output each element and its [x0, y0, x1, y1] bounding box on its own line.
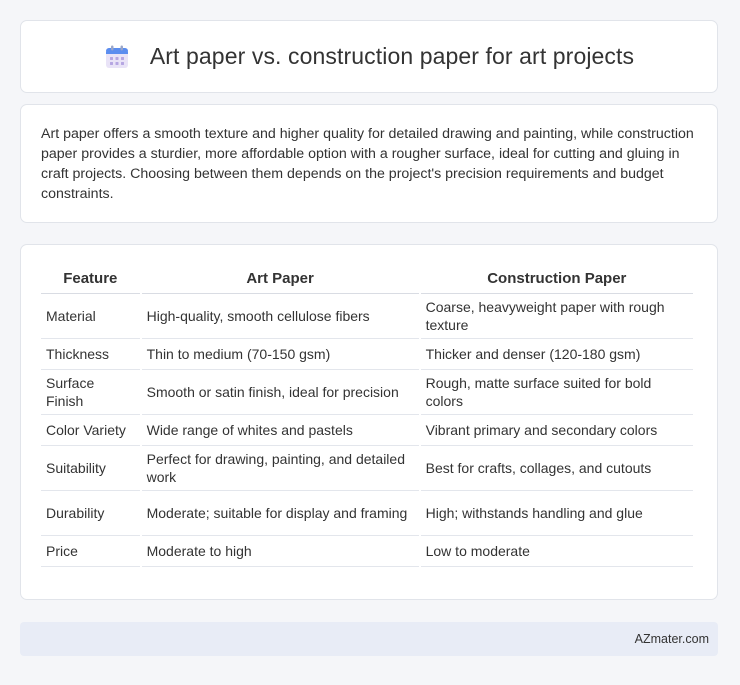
feature-cell: Thickness	[41, 339, 140, 370]
table-row: Surface Finish Smooth or satin finish, i…	[41, 370, 693, 415]
feature-cell: Color Variety	[41, 415, 140, 446]
art-paper-cell: Moderate; suitable for display and frami…	[141, 491, 419, 536]
art-paper-cell: Smooth or satin finish, ideal for precis…	[141, 370, 419, 415]
construction-paper-cell: Coarse, heavyweight paper with rough tex…	[420, 294, 693, 339]
summary-card: Art paper offers a smooth texture and hi…	[20, 104, 718, 223]
feature-cell: Material	[41, 294, 140, 339]
table-row: Suitability Perfect for drawing, paintin…	[41, 446, 693, 491]
art-paper-cell: Perfect for drawing, painting, and detai…	[141, 446, 419, 491]
calendar-icon	[105, 45, 128, 68]
construction-paper-cell: Vibrant primary and secondary colors	[420, 415, 693, 446]
header-construction-paper: Construction Paper	[420, 263, 693, 294]
title-card: Art paper vs. construction paper for art…	[20, 20, 718, 93]
page-title: Art paper vs. construction paper for art…	[149, 43, 635, 69]
header-feature: Feature	[41, 263, 140, 294]
feature-cell: Price	[41, 536, 140, 567]
comparison-table-card: Feature Art Paper Construction Paper Mat…	[20, 244, 718, 600]
table-row: Durability Moderate; suitable for displa…	[41, 491, 693, 536]
art-paper-cell: High-quality, smooth cellulose fibers	[141, 294, 419, 339]
construction-paper-cell: Best for crafts, collages, and cutouts	[420, 446, 693, 491]
table-row: Price Moderate to high Low to moderate	[41, 536, 693, 567]
comparison-table: Feature Art Paper Construction Paper Mat…	[39, 263, 695, 567]
feature-cell: Surface Finish	[41, 370, 140, 415]
title-wrap: Art paper vs. construction paper for art…	[104, 43, 634, 70]
art-paper-cell: Thin to medium (70-150 gsm)	[141, 339, 419, 370]
footer: AZmater.com	[20, 622, 718, 656]
construction-paper-cell: High; withstands handling and glue	[420, 491, 693, 536]
construction-paper-cell: Rough, matte surface suited for bold col…	[420, 370, 693, 415]
table-header-row: Feature Art Paper Construction Paper	[41, 263, 693, 294]
table-row: Thickness Thin to medium (70-150 gsm) Th…	[41, 339, 693, 370]
summary-text: Art paper offers a smooth texture and hi…	[41, 126, 694, 202]
construction-paper-cell: Low to moderate	[420, 536, 693, 567]
feature-cell: Suitability	[41, 446, 140, 491]
construction-paper-cell: Thicker and denser (120-180 gsm)	[420, 339, 693, 370]
table-row: Material High-quality, smooth cellulose …	[41, 294, 693, 339]
art-paper-cell: Wide range of whites and pastels	[141, 415, 419, 446]
footer-brand: AZmater.com	[634, 632, 709, 646]
art-paper-cell: Moderate to high	[141, 536, 419, 567]
table-row: Color Variety Wide range of whites and p…	[41, 415, 693, 446]
feature-cell: Durability	[41, 491, 140, 536]
header-art-paper: Art Paper	[141, 263, 419, 294]
